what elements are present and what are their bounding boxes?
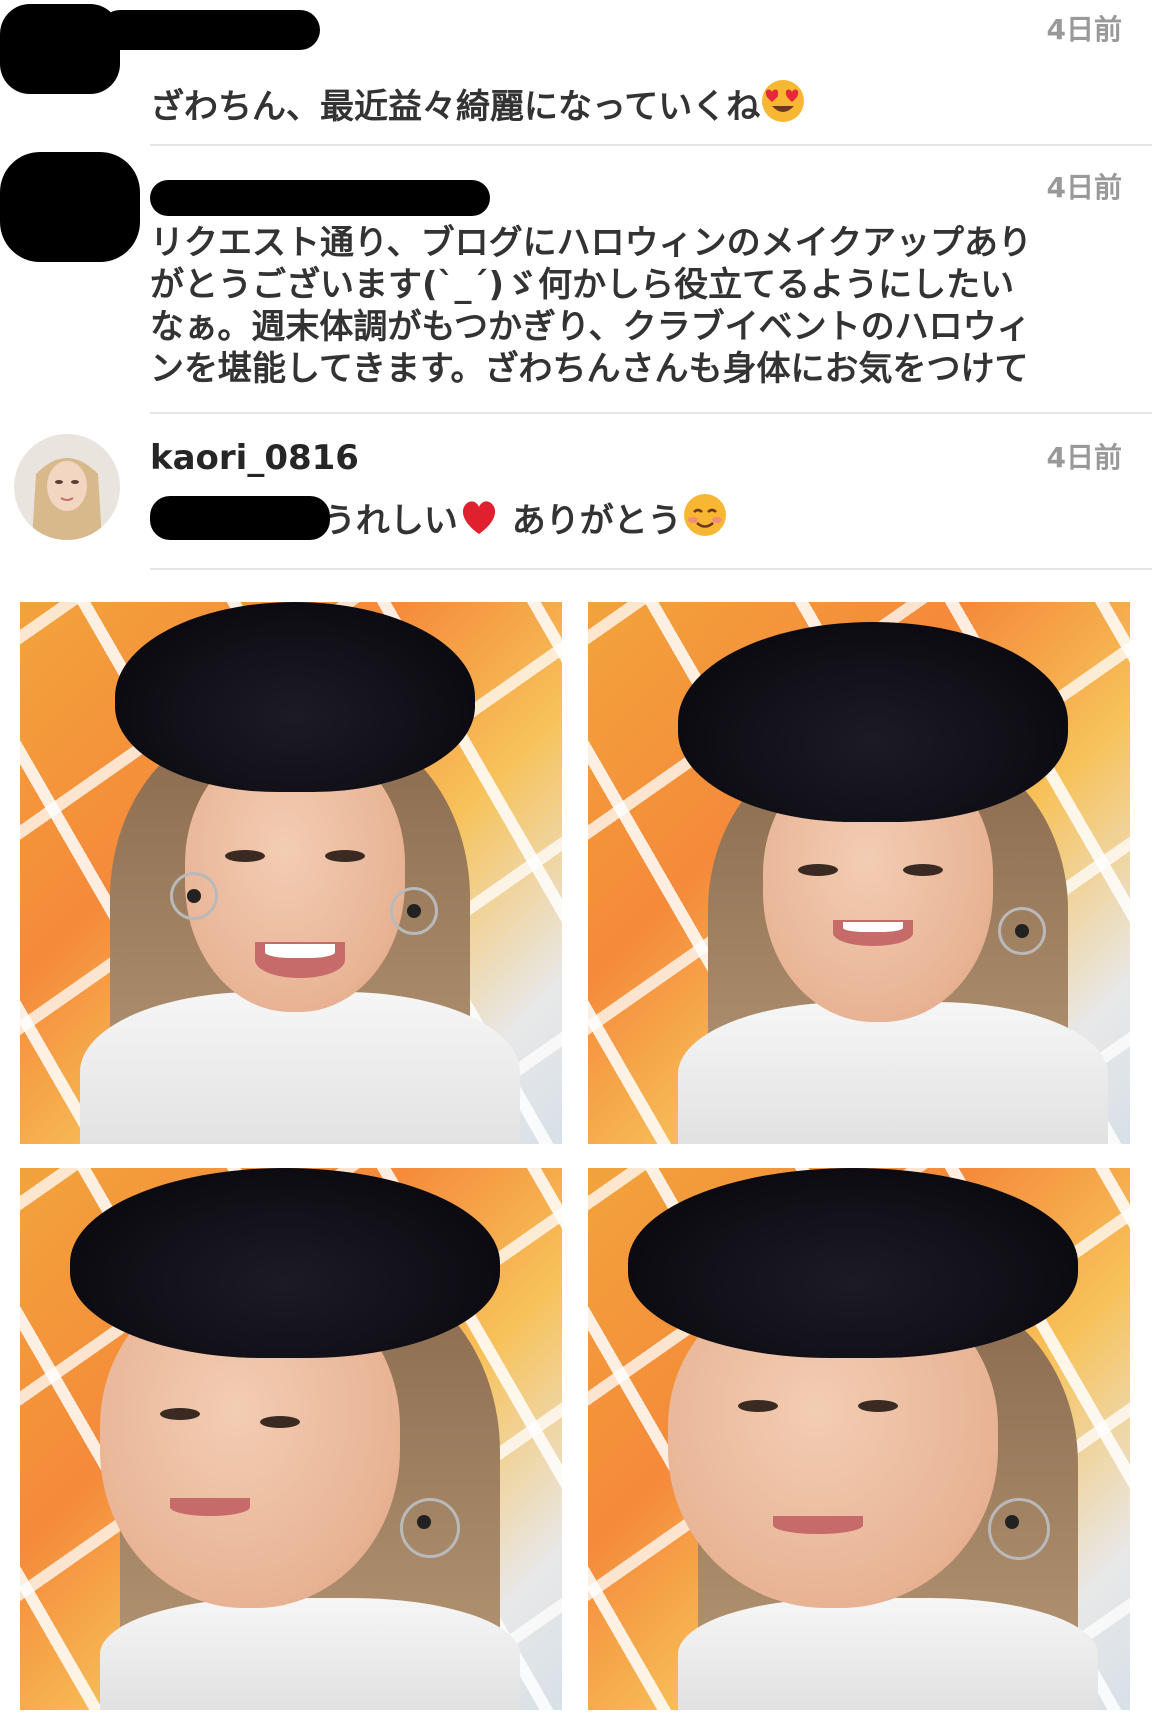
heart-eyes-emoji — [760, 78, 806, 134]
comment-time: 4日前 — [1046, 441, 1122, 474]
redaction-scribble — [100, 10, 320, 50]
redaction-scribble — [150, 180, 490, 216]
redaction-scribble — [150, 496, 330, 540]
comment-username[interactable]: kaori_0816 — [150, 438, 359, 478]
comment-3: kaori_0816 4日前 うれしい ありがとう — [0, 414, 1152, 574]
avatar[interactable] — [14, 434, 120, 540]
photo-1[interactable] — [20, 602, 562, 1144]
comment-time: 4日前 — [1046, 171, 1122, 204]
comment-time: 4日前 — [1046, 13, 1122, 46]
comment-text-line: ンを堪能してきます。ざわちんさんも身体にお気をつけて — [150, 349, 1029, 389]
comment-text-before: うれしい — [321, 501, 458, 541]
comment-1: 4日前 ざわちん、最近益々綺麗になっていくね — [0, 0, 1152, 150]
comment-text-line: がとうございます(`_´)ゞ何かしら役立てるようにしたい — [150, 265, 1015, 305]
comment-divider — [150, 568, 1152, 570]
photo-2[interactable] — [588, 602, 1130, 1144]
comment-text-line: なぁ。週末体調がもつかぎり、クラブイベントのハロウィ — [150, 307, 1031, 347]
red-heart-emoji — [458, 496, 500, 548]
comment-text: ざわちん、最近益々綺麗になっていくね — [150, 78, 1120, 134]
comment-text-body: ざわちん、最近益々綺麗になっていくね — [150, 87, 761, 127]
comment-text: リクエスト通り、ブログにハロウィンのメイクアップあり がとうございます(`_´)… — [150, 222, 1120, 390]
photo-4[interactable] — [588, 1168, 1130, 1710]
redaction-scribble — [0, 152, 140, 262]
comment-text-line: リクエスト通り、ブログにハロウィンのメイクアップあり — [150, 223, 1032, 263]
comment-text-after: ありがとう — [511, 501, 682, 541]
smiling-emoji — [682, 492, 728, 548]
comment-2: 4日前 リクエスト通り、ブログにハロウィンのメイクアップあり がとうございます(… — [0, 146, 1152, 414]
redaction-scribble — [0, 4, 120, 94]
photo-3[interactable] — [20, 1168, 562, 1710]
